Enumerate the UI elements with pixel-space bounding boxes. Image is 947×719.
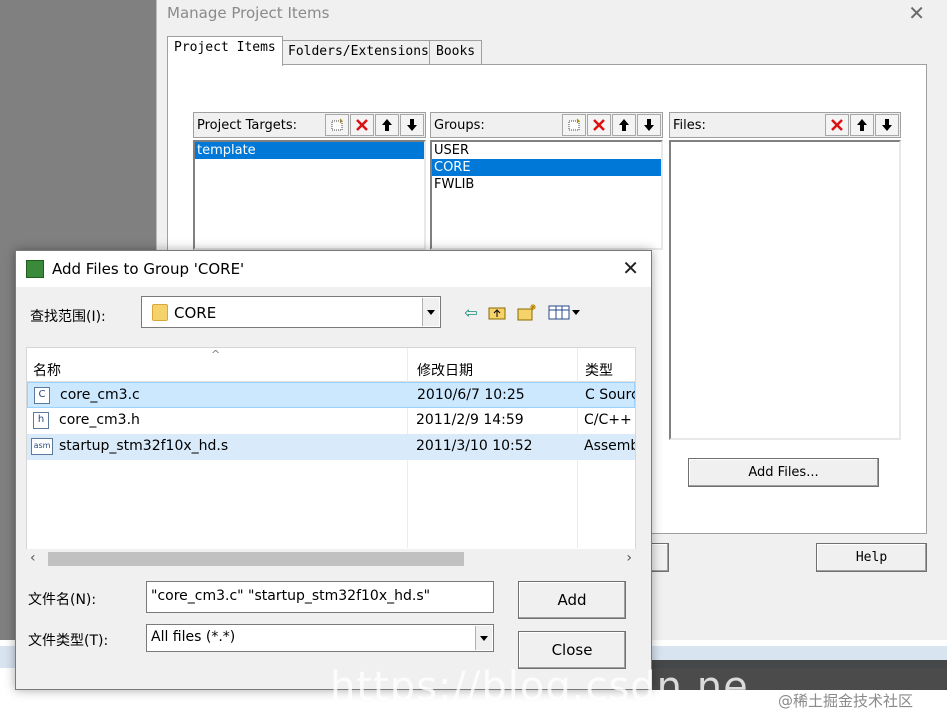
tab-books[interactable]: Books xyxy=(429,40,483,64)
move-target-down-button[interactable] xyxy=(400,114,424,136)
back-arrow-icon[interactable]: ⇦ xyxy=(460,301,482,323)
chevron-left-icon[interactable]: ‹ xyxy=(30,550,36,566)
filename-label: 文件名(N): xyxy=(28,592,97,608)
groups-list[interactable]: USER CORE FWLIB xyxy=(430,140,663,250)
list-item-template[interactable]: template xyxy=(195,142,424,159)
column-name[interactable]: 名称 xyxy=(33,360,61,380)
look-in-label: 查找范围(I): xyxy=(30,309,106,325)
file-name: core_cm3.c xyxy=(60,387,140,403)
move-target-up-button[interactable] xyxy=(375,114,399,136)
groups-header: Groups: xyxy=(430,112,663,138)
delete-group-button[interactable] xyxy=(587,114,611,136)
new-group-button[interactable] xyxy=(562,114,586,136)
delete-file-button[interactable] xyxy=(825,114,849,136)
move-file-up-button[interactable] xyxy=(850,114,874,136)
delete-target-button[interactable] xyxy=(350,114,374,136)
h-file-icon: h xyxy=(33,412,49,429)
folder-icon xyxy=(152,304,168,321)
look-in-combo[interactable]: CORE xyxy=(141,296,441,328)
groups-label: Groups: xyxy=(434,118,485,133)
targets-header: Project Targets: xyxy=(193,112,426,138)
delete-icon xyxy=(831,119,843,131)
close-icon[interactable]: ✕ xyxy=(908,2,925,24)
close-icon[interactable]: ✕ xyxy=(622,257,639,279)
column-date[interactable]: 修改日期 xyxy=(417,360,473,380)
look-in-value: CORE xyxy=(174,304,217,322)
tab-project-items[interactable]: Project Items xyxy=(167,36,283,66)
filename-input[interactable]: "core_cm3.c" "startup_stm32f10x_hd.s" xyxy=(146,581,494,613)
table-row[interactable]: C core_cm3.c 2010/6/7 10:25 C Sourc xyxy=(27,382,635,408)
move-file-down-button[interactable] xyxy=(875,114,899,136)
watermark-text: https://blog.csdn.ne xyxy=(330,664,749,710)
file-name: startup_stm32f10x_hd.s xyxy=(59,438,229,454)
add-files-button[interactable]: Add Files... xyxy=(688,458,879,487)
tab-folders-extensions[interactable]: Folders/Extensions xyxy=(281,40,436,64)
arrow-down-icon xyxy=(644,119,654,131)
dialog-titlebar[interactable]: Add Files to Group 'CORE' ✕ xyxy=(16,251,651,287)
targets-label: Project Targets: xyxy=(197,118,297,133)
new-folder-icon[interactable] xyxy=(516,301,538,323)
up-folder-icon[interactable] xyxy=(486,301,508,323)
file-date: 2010/6/7 10:25 xyxy=(417,387,525,403)
arrow-down-icon xyxy=(882,119,892,131)
table-row[interactable]: asm startup_stm32f10x_hd.s 2011/3/10 10:… xyxy=(27,434,635,460)
filetype-label: 文件类型(T): xyxy=(28,633,109,649)
file-date: 2011/3/10 10:52 xyxy=(416,438,533,454)
scrollbar-thumb[interactable] xyxy=(48,552,464,566)
files-label: Files: xyxy=(673,118,706,133)
move-group-down-button[interactable] xyxy=(637,114,661,136)
targets-list[interactable]: template xyxy=(193,140,426,250)
delete-icon xyxy=(356,119,368,131)
new-item-icon xyxy=(331,118,343,131)
view-menu-icon[interactable] xyxy=(546,301,584,323)
window-title: Manage Project Items xyxy=(167,4,330,22)
add-files-dialog: Add Files to Group 'CORE' ✕ 查找范围(I): COR… xyxy=(15,250,652,690)
horizontal-scrollbar[interactable]: ‹ › xyxy=(26,549,636,569)
delete-icon xyxy=(593,119,605,131)
list-item-user[interactable]: USER xyxy=(432,142,661,159)
sort-caret-icon: ^ xyxy=(211,348,221,361)
file-type: Assemb xyxy=(584,438,636,454)
files-list[interactable] xyxy=(669,140,901,440)
filetype-value: All files (*.*) xyxy=(151,629,236,645)
arrow-down-icon xyxy=(407,119,417,131)
c-file-icon: C xyxy=(34,387,50,404)
new-item-icon xyxy=(568,118,580,131)
files-header: Files: xyxy=(669,112,901,138)
filetype-select[interactable]: All files (*.*) xyxy=(146,624,494,652)
file-name: core_cm3.h xyxy=(59,412,140,428)
chevron-right-icon[interactable]: › xyxy=(626,550,632,566)
corner-credit: @稀土掘金技术社区 xyxy=(778,692,914,710)
app-icon xyxy=(26,260,44,278)
arrow-up-icon xyxy=(382,119,392,131)
file-date: 2011/2/9 14:59 xyxy=(416,412,524,428)
arrow-up-icon xyxy=(619,119,629,131)
file-list[interactable]: ^ 名称 修改日期 类型 C core_cm3.c 2010/6/7 10:25… xyxy=(26,347,636,569)
help-button[interactable]: Help xyxy=(816,543,927,572)
dialog-title: Add Files to Group 'CORE' xyxy=(52,260,245,278)
table-row[interactable]: h core_cm3.h 2011/2/9 14:59 C/C++ xyxy=(27,408,635,434)
list-item-fwlib[interactable]: FWLIB xyxy=(432,176,661,193)
chevron-down-icon[interactable] xyxy=(422,298,439,326)
file-type: C/C++ xyxy=(584,412,632,428)
arrow-up-icon xyxy=(857,119,867,131)
move-group-up-button[interactable] xyxy=(612,114,636,136)
new-target-button[interactable] xyxy=(325,114,349,136)
list-item-core[interactable]: CORE xyxy=(432,159,661,176)
add-button[interactable]: Add xyxy=(518,581,626,619)
asm-file-icon: asm xyxy=(31,438,53,455)
file-list-header: ^ 名称 修改日期 类型 xyxy=(27,348,635,382)
chevron-down-icon[interactable] xyxy=(475,626,492,650)
file-type: C Sourc xyxy=(585,387,636,403)
column-type[interactable]: 类型 xyxy=(585,360,613,380)
